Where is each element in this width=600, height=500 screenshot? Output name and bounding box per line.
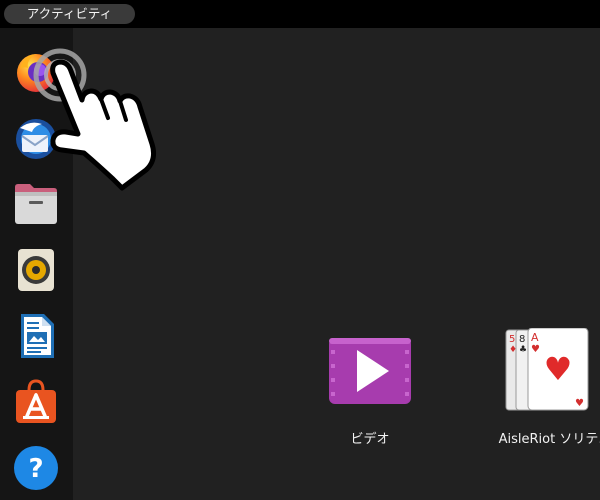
video-play-icon [329, 338, 411, 404]
app-tile-video[interactable]: ビデオ [295, 330, 445, 470]
svg-text:♥: ♥ [575, 398, 584, 409]
dock-item-help[interactable]: ? [12, 444, 60, 492]
dock-item-firefox[interactable] [12, 48, 60, 96]
svg-text:?: ? [28, 454, 43, 484]
dock-item-thunderbird[interactable] [12, 114, 60, 162]
desktop-screen: アクティビティ ? ビデオ 5 ♦ 8 ♣ A ♥ ♥ ♥ AisleRiot … [0, 0, 600, 500]
speaker-icon [18, 249, 54, 291]
activities-button[interactable]: アクティビティ [4, 4, 135, 24]
help-icon: ? [14, 446, 58, 490]
writer-icon [21, 314, 54, 358]
svg-text:♥: ♥ [544, 350, 573, 388]
dock-item-rhythmbox[interactable] [12, 246, 60, 294]
software-bag-icon [16, 379, 56, 423]
dock: ? [0, 28, 73, 500]
dock-item-software[interactable] [12, 378, 60, 426]
thunderbird-icon [16, 119, 56, 159]
app-label-video: ビデオ [350, 432, 390, 447]
svg-text:A: A [531, 331, 539, 344]
svg-text:♥: ♥ [531, 344, 540, 355]
app-tile-aisleriot[interactable]: 5 ♦ 8 ♣ A ♥ ♥ ♥ AisleRiot ソリテ… [470, 328, 600, 470]
dock-item-writer[interactable] [12, 312, 60, 360]
firefox-icon [17, 54, 55, 92]
app-label-aisleriot: AisleRiot ソリテ… [498, 432, 600, 447]
svg-text:5: 5 [509, 334, 515, 345]
files-icon [15, 184, 57, 224]
playing-cards-icon: 5 ♦ 8 ♣ A ♥ ♥ ♥ [505, 328, 589, 411]
svg-text:♣: ♣ [519, 345, 527, 355]
dock-item-files[interactable] [12, 180, 60, 228]
top-bar: アクティビティ [0, 0, 600, 28]
svg-text:8: 8 [519, 334, 525, 345]
